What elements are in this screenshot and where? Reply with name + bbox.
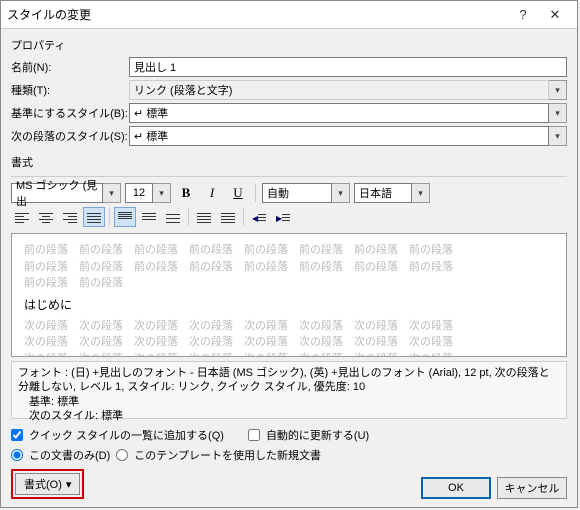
font-select[interactable]: MS ゴシック (見出 (11, 183, 103, 203)
template-label: このテンプレートを使用した新規文書 (134, 447, 321, 463)
next-dropdown-icon[interactable]: ▾ (549, 126, 567, 146)
type-label: 種類(T): (11, 82, 129, 98)
prev-para-text: 前の段落 前の段落 (24, 275, 554, 292)
properties-label: プロパティ (11, 37, 567, 53)
chevron-down-icon[interactable]: ▾ (103, 183, 121, 203)
desc-line: 次のスタイル: 標準 (18, 409, 560, 423)
align-justify-button[interactable] (83, 207, 105, 227)
linespace-1-button[interactable] (114, 207, 136, 227)
space-before-inc-button[interactable] (193, 207, 215, 227)
description-box: フォント : (日) +見出しのフォント - 日本語 (MS ゴシック), (英… (11, 361, 567, 419)
title-bar: スタイルの変更 ? ✕ (1, 1, 577, 29)
window-title: スタイルの変更 (7, 6, 507, 23)
align-right-button[interactable] (59, 207, 81, 227)
linespace-15-button[interactable] (138, 207, 160, 227)
format-label: 書式 (11, 154, 567, 170)
paragraph-toolbar: ◀ ▶ (11, 207, 567, 227)
auto-update-label: 自動的に更新する(U) (266, 427, 369, 443)
size-select[interactable]: 12 (125, 183, 153, 203)
next-para-text: 次の段落 次の段落 次の段落 次の段落 次の段落 次の段落 次の段落 次の段落 (24, 351, 554, 358)
format-button-highlight: 書式(O)▾ (11, 469, 84, 499)
bold-button[interactable]: B (175, 183, 197, 203)
italic-button[interactable]: I (201, 183, 223, 203)
name-input[interactable]: 見出し 1 (129, 57, 567, 77)
type-dropdown-icon[interactable]: ▾ (549, 80, 567, 100)
chevron-down-icon[interactable]: ▾ (412, 183, 430, 203)
color-select[interactable]: 自動 (262, 183, 332, 203)
linespace-2-button[interactable] (162, 207, 184, 227)
space-before-dec-button[interactable] (217, 207, 239, 227)
align-left-button[interactable] (11, 207, 33, 227)
next-para-text: 次の段落 次の段落 次の段落 次の段落 次の段落 次の段落 次の段落 次の段落 (24, 318, 554, 335)
based-label: 基準にするスタイル(B): (11, 105, 129, 121)
help-button[interactable]: ? (507, 4, 539, 26)
doc-only-radio[interactable] (11, 449, 23, 461)
cancel-button[interactable]: キャンセル (497, 477, 567, 499)
align-center-button[interactable] (35, 207, 57, 227)
indent-dec-button[interactable]: ◀ (248, 207, 270, 227)
format-button[interactable]: 書式(O)▾ (15, 473, 80, 495)
next-para-text: 次の段落 次の段落 次の段落 次の段落 次の段落 次の段落 次の段落 次の段落 (24, 334, 554, 351)
quick-style-label: クイック スタイルの一覧に追加する(Q) (29, 427, 224, 443)
lang-select[interactable]: 日本語 (354, 183, 412, 203)
chevron-down-icon: ▾ (66, 478, 72, 491)
next-label: 次の段落のスタイル(S): (11, 128, 129, 144)
chevron-down-icon[interactable]: ▾ (153, 183, 171, 203)
sample-text: はじめに (24, 296, 554, 314)
ok-button[interactable]: OK (421, 477, 491, 499)
template-radio[interactable] (116, 449, 128, 461)
format-toolbar: MS ゴシック (見出▾ 12▾ B I U 自動▾ 日本語▾ (11, 183, 567, 203)
desc-line: フォント : (日) +見出しのフォント - 日本語 (MS ゴシック), (英… (18, 366, 560, 395)
close-button[interactable]: ✕ (539, 4, 571, 26)
prev-para-text: 前の段落 前の段落 前の段落 前の段落 前の段落 前の段落 前の段落 前の段落 (24, 242, 554, 259)
preview-pane: 前の段落 前の段落 前の段落 前の段落 前の段落 前の段落 前の段落 前の段落 … (11, 233, 567, 357)
type-select: リンク (段落と文字) (129, 80, 549, 100)
based-dropdown-icon[interactable]: ▾ (549, 103, 567, 123)
chevron-down-icon[interactable]: ▾ (332, 183, 350, 203)
quick-style-checkbox[interactable] (11, 429, 23, 441)
prev-para-text: 前の段落 前の段落 前の段落 前の段落 前の段落 前の段落 前の段落 前の段落 (24, 259, 554, 276)
auto-update-checkbox[interactable] (248, 429, 260, 441)
desc-line: 基準: 標準 (18, 395, 560, 409)
underline-button[interactable]: U (227, 183, 249, 203)
name-label: 名前(N): (11, 59, 129, 75)
next-select[interactable]: ↵ 標準 (129, 126, 549, 146)
based-select[interactable]: ↵ 標準 (129, 103, 549, 123)
indent-inc-button[interactable]: ▶ (272, 207, 294, 227)
doc-only-label: この文書のみ(D) (29, 447, 110, 463)
